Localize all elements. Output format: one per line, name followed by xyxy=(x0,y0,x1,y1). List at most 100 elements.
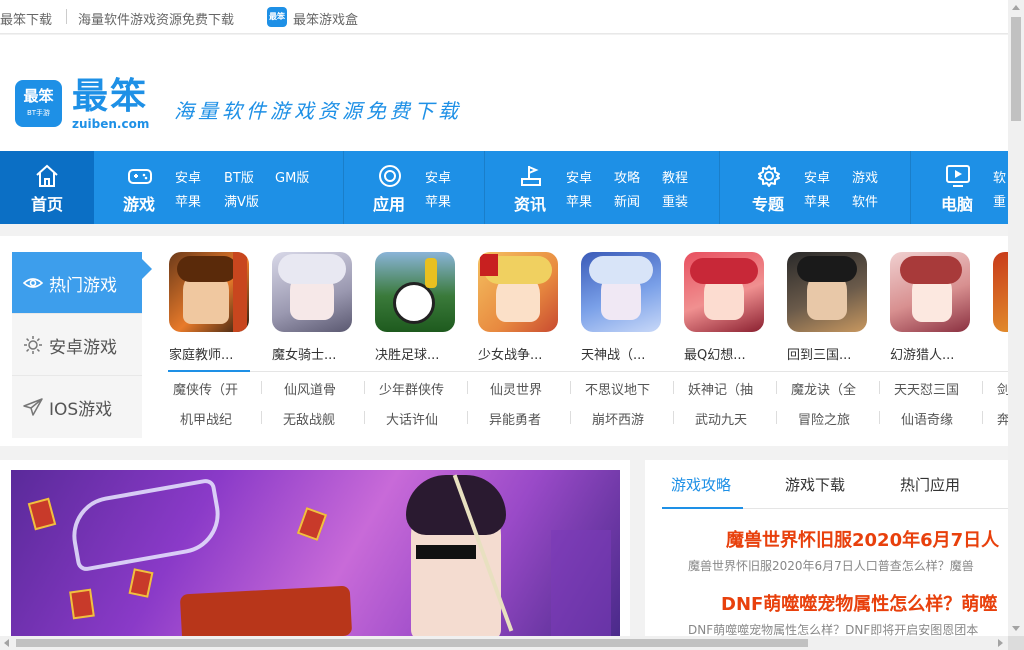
nav-home-label: 首页 xyxy=(30,195,63,214)
promo-banner-image[interactable] xyxy=(11,470,620,636)
nav-game[interactable]: 游戏 xyxy=(104,151,174,224)
game-link[interactable]: 大话许仙 xyxy=(386,409,438,428)
game-name[interactable]: 幻游猎人... xyxy=(890,344,990,363)
game-link[interactable]: 机甲战纪 xyxy=(180,409,232,428)
game-thumbnail[interactable] xyxy=(684,252,764,332)
tab-hot-apps[interactable]: 热门应用 xyxy=(900,474,960,495)
game-card[interactable]: 魔女骑士... xyxy=(272,252,375,367)
divider xyxy=(776,381,777,394)
scroll-up-icon[interactable] xyxy=(1012,5,1020,10)
nav-game-android[interactable]: 安卓 xyxy=(175,167,201,186)
news-headline[interactable]: DNF萌噬噬宠物属性怎么样？萌噬 xyxy=(721,590,997,616)
game-name[interactable]: 最Q幻想... xyxy=(684,344,784,363)
game-link[interactable]: 武动九天 xyxy=(695,409,747,428)
nav-game-apple[interactable]: 苹果 xyxy=(175,191,201,210)
game-link[interactable]: 崩坏西游 xyxy=(592,409,644,428)
scroll-left-icon[interactable] xyxy=(4,639,9,647)
game-name[interactable]: 天神战（... xyxy=(581,344,681,363)
nav-topic-software[interactable]: 软件 xyxy=(852,191,878,210)
game-link[interactable]: 仙风道骨 xyxy=(284,379,336,398)
nav-news-reinstall[interactable]: 重装 xyxy=(662,191,688,210)
nav-app-apple[interactable]: 苹果 xyxy=(425,191,451,210)
nav-topic-android[interactable]: 安卓 xyxy=(804,167,830,186)
game-thumbnail[interactable] xyxy=(478,252,558,332)
nav-pc[interactable]: 电脑 xyxy=(922,151,992,224)
game-link[interactable]: 剑 xyxy=(997,379,1008,398)
nav-app[interactable]: 应用 xyxy=(354,151,424,224)
logo-badge[interactable]: 最笨 BT手游 xyxy=(15,80,62,127)
nav-game-vip[interactable]: 满V版 xyxy=(224,191,259,210)
game-link[interactable]: 冒险之旅 xyxy=(798,409,850,428)
tab-ios-games[interactable]: IOS游戏 xyxy=(12,376,142,438)
tab-game-downloads[interactable]: 游戏下载 xyxy=(785,474,845,495)
logo-wordmark[interactable]: 最笨 xyxy=(72,77,148,117)
nav-news-news[interactable]: 新闻 xyxy=(614,191,640,210)
game-name[interactable]: 决胜足球... xyxy=(375,344,475,363)
logo-badge-text: 最笨 xyxy=(23,87,54,105)
game-box-icon[interactable]: 最笨 xyxy=(267,7,287,27)
game-thumbnail[interactable] xyxy=(272,252,352,332)
horizontal-scroll-thumb[interactable] xyxy=(16,639,808,647)
top-link-game-box[interactable]: 最笨游戏盒 xyxy=(293,9,358,28)
nav-app-android[interactable]: 安卓 xyxy=(425,167,451,186)
game-card[interactable]: 家庭教师... xyxy=(169,252,272,367)
game-link[interactable]: 魔龙诀（全 xyxy=(791,379,856,398)
game-link[interactable]: 妖神记（抽 xyxy=(688,379,753,398)
nav-pc-software[interactable]: 软 xyxy=(993,167,1006,186)
scroll-right-icon[interactable] xyxy=(998,639,1003,647)
nav-topic-apple[interactable]: 苹果 xyxy=(804,191,830,210)
vertical-scrollbar[interactable] xyxy=(1008,0,1024,636)
game-thumbnail[interactable] xyxy=(787,252,867,332)
game-link[interactable]: 不思议地下 xyxy=(585,379,650,398)
nav-pc-reinstall[interactable]: 重 xyxy=(993,191,1006,210)
game-card[interactable]: 天神战（... xyxy=(581,252,684,367)
game-thumbnail[interactable] xyxy=(169,252,249,332)
top-tagline[interactable]: 海量软件游戏资源免费下载 xyxy=(78,9,234,28)
nav-news-guide[interactable]: 攻略 xyxy=(614,167,640,186)
nav-home[interactable]: 首页 xyxy=(0,151,94,224)
nav-news[interactable]: 资讯 xyxy=(495,151,565,224)
game-card[interactable]: 少女战争... xyxy=(478,252,581,367)
game-card[interactable]: 幻游猎人... xyxy=(890,252,993,367)
game-link[interactable]: 奔 xyxy=(997,409,1008,428)
game-name[interactable]: 魔女骑士... xyxy=(272,344,372,363)
news-headline[interactable]: 魔兽世界怀旧服2020年6月7日人 xyxy=(726,526,999,552)
game-link[interactable]: 异能勇者 xyxy=(489,409,541,428)
nav-news-label: 资讯 xyxy=(513,195,546,214)
horizontal-scrollbar[interactable] xyxy=(0,636,1008,650)
game-link[interactable]: 仙灵世界 xyxy=(490,379,542,398)
game-link[interactable]: 仙语奇缘 xyxy=(901,409,953,428)
vertical-scroll-thumb[interactable] xyxy=(1011,17,1021,121)
divider xyxy=(364,411,365,424)
divider xyxy=(261,381,262,394)
game-card[interactable]: 回到三国... xyxy=(787,252,890,367)
game-link[interactable]: 天天怼三国 xyxy=(894,379,959,398)
game-thumbnail[interactable] xyxy=(581,252,661,332)
game-name[interactable]: 家庭教师... xyxy=(169,344,269,363)
tab-hot-games[interactable]: 热门游戏 xyxy=(12,252,142,314)
game-thumbnail[interactable] xyxy=(993,252,1008,332)
scroll-down-icon[interactable] xyxy=(1012,626,1020,631)
tab-game-guides[interactable]: 游戏攻略 xyxy=(671,474,731,495)
nav-game-bt[interactable]: BT版 xyxy=(224,167,254,186)
nav-news-android[interactable]: 安卓 xyxy=(566,167,592,186)
game-card[interactable]: 最Q幻想... xyxy=(684,252,787,367)
game-link[interactable]: 无敌战舰 xyxy=(283,409,335,428)
game-card[interactable] xyxy=(993,252,1008,367)
game-link[interactable]: 少年群侠传 xyxy=(379,379,444,398)
game-name[interactable]: 回到三国... xyxy=(787,344,887,363)
tab-android-games[interactable]: 安卓游戏 xyxy=(12,314,142,376)
nav-game-gm[interactable]: GM版 xyxy=(275,167,309,186)
nav-news-apple[interactable]: 苹果 xyxy=(566,191,592,210)
flag-icon xyxy=(521,166,541,186)
game-thumbnail[interactable] xyxy=(375,252,455,332)
game-link[interactable]: 魔侠传（开 xyxy=(173,379,238,398)
game-thumbnail[interactable] xyxy=(890,252,970,332)
game-card[interactable]: 决胜足球... xyxy=(375,252,478,367)
nav-topic-game[interactable]: 游戏 xyxy=(852,167,878,186)
divider xyxy=(879,411,880,424)
nav-topic[interactable]: 专题 xyxy=(733,151,803,224)
top-link-site[interactable]: 最笨下载 xyxy=(0,9,52,28)
nav-news-tutorial[interactable]: 教程 xyxy=(662,167,688,186)
game-name[interactable]: 少女战争... xyxy=(478,344,578,363)
